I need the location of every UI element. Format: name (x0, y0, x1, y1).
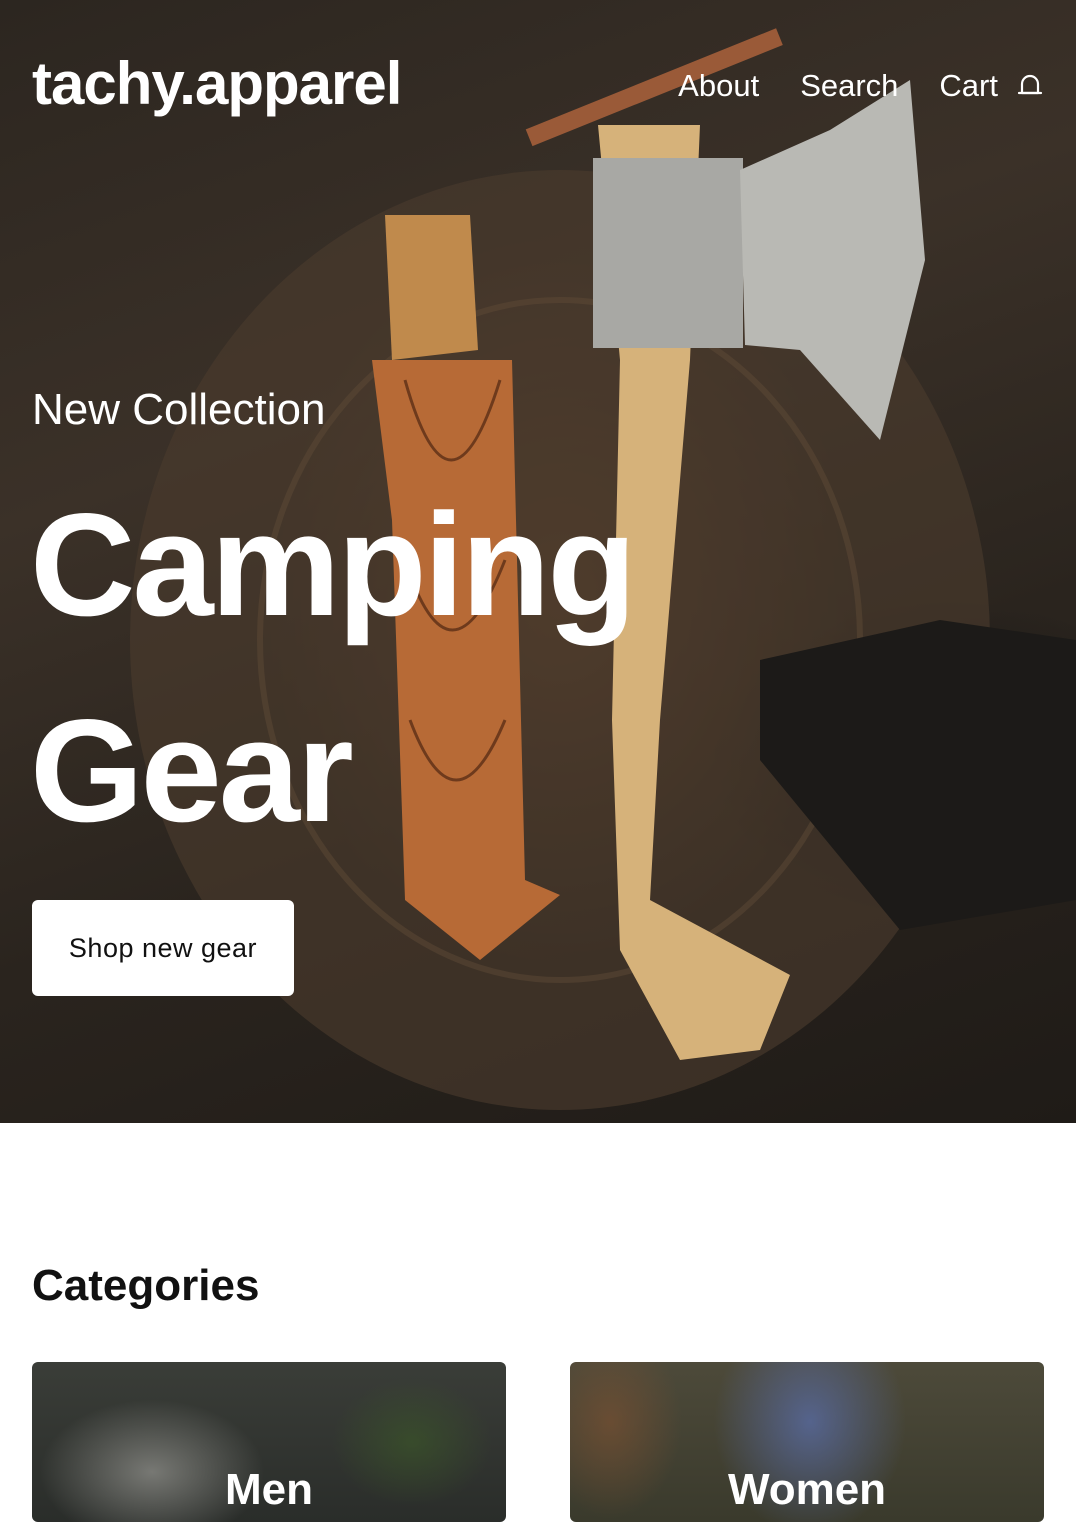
category-label: Men (225, 1465, 313, 1514)
hero-headline: Camping Gear (30, 462, 637, 874)
hero-banner: tachy.apparel About Search Cart New Coll… (0, 0, 1076, 1123)
shop-new-gear-button[interactable]: Shop new gear (32, 900, 294, 996)
categories-title: Categories (32, 1261, 260, 1310)
category-card-women[interactable]: Women (570, 1362, 1044, 1522)
nav-cart[interactable]: Cart (939, 66, 998, 106)
nav-search[interactable]: Search (800, 66, 898, 106)
bell-icon[interactable] (1016, 72, 1044, 100)
hero-eyebrow: New Collection (32, 385, 326, 434)
headline-line-1: Camping (30, 483, 637, 646)
axe-collar (593, 158, 743, 348)
brand-logo[interactable]: tachy.apparel (32, 52, 402, 116)
category-label: Women (727, 1465, 887, 1514)
nav-about[interactable]: About (678, 66, 759, 106)
headline-line-2: Gear (30, 689, 354, 852)
top-nav: About Search Cart (637, 66, 1044, 106)
knife-handle (385, 215, 478, 360)
category-card-men[interactable]: Men (32, 1362, 506, 1522)
